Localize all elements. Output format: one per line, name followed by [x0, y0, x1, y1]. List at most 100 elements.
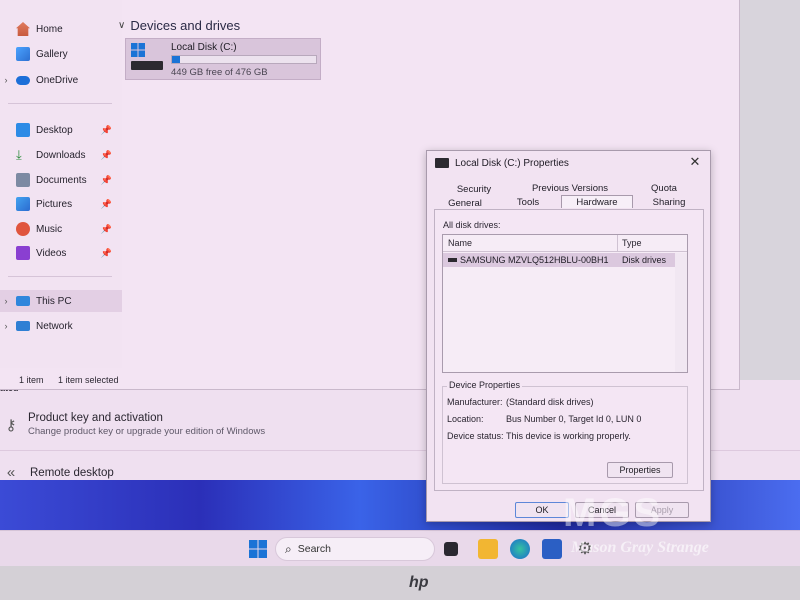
nav-divider [8, 103, 112, 104]
hard-drive-icon [131, 61, 163, 70]
download-icon: ⤓ [16, 147, 22, 162]
nav-item-home[interactable]: Home [0, 18, 122, 40]
desktop-icon [16, 123, 30, 137]
chevron-right-icon[interactable]: › [0, 321, 12, 331]
watermark-logo: MGS [563, 491, 664, 535]
chevron-right-icon[interactable]: › [0, 75, 12, 85]
search-icon: ⌕ [285, 541, 292, 556]
drive-icon [435, 158, 449, 168]
tab-security[interactable]: Security [448, 183, 500, 196]
product-key-title: Product key and activation [28, 412, 163, 424]
nav-label-downloads: Downloads [36, 149, 86, 161]
dialog-title: Local Disk (C:) Properties [455, 157, 569, 169]
location-value: Bus Number 0, Target Id 0, LUN 0 [506, 414, 642, 424]
disk-drives-list[interactable]: Name Type SAMSUNG MZVLQ512HBLU-00BH1 Dis… [442, 234, 688, 373]
music-icon [16, 222, 30, 236]
chevron-right-icon[interactable]: › [0, 296, 12, 306]
devices-and-drives-header[interactable]: ∨ Devices and drives [118, 18, 240, 33]
laptop-bezel [0, 566, 800, 600]
nav-item-videos[interactable]: Videos 📌 [0, 242, 122, 264]
nav-label-desktop: Desktop [36, 124, 73, 136]
home-icon [16, 22, 30, 36]
device-properties-title: Device Properties [447, 380, 523, 390]
drive-tile-c[interactable]: Local Disk (C:) 449 GB free of 476 GB [125, 38, 321, 80]
drive-usage-fill [172, 56, 181, 63]
column-header-type[interactable]: Type [622, 238, 642, 248]
network-icon [16, 321, 30, 331]
pin-icon: 📌 [100, 247, 112, 258]
nav-item-gallery[interactable]: Gallery [0, 43, 122, 65]
document-icon [16, 173, 30, 187]
drive-usage-bar [171, 55, 317, 64]
section-title: Devices and drives [130, 18, 241, 33]
list-header: Name Type [443, 235, 687, 252]
tab-sharing[interactable]: Sharing [645, 196, 693, 209]
pin-icon: 📌 [100, 149, 112, 160]
edge-browser-icon[interactable] [510, 539, 530, 559]
column-divider[interactable] [617, 235, 618, 252]
dialog-title-bar: Local Disk (C:) Properties [427, 151, 710, 175]
cloud-icon [16, 75, 30, 85]
nav-label-videos: Videos [36, 247, 67, 259]
nav-item-documents[interactable]: Documents 📌 [0, 169, 122, 191]
status-selected-count: 1 item selected [58, 375, 119, 385]
location-label: Location: [447, 414, 484, 424]
device-status-label: Device status: [447, 431, 504, 441]
video-icon [16, 246, 30, 260]
drive-free-space: 449 GB free of 476 GB [171, 67, 268, 78]
table-row[interactable]: SAMSUNG MZVLQ512HBLU-00BH1 Disk drives [443, 253, 675, 267]
status-item-count: 1 item [19, 375, 44, 385]
nav-item-network[interactable]: › Network [0, 315, 122, 337]
pictures-icon [16, 197, 30, 211]
manufacturer-label: Manufacturer: [447, 397, 503, 407]
drive-name: Local Disk (C:) [171, 42, 237, 53]
pin-icon: 📌 [100, 124, 112, 135]
navigation-pane: Home Gallery › OneDrive Desktop 📌 ⤓ Down… [0, 0, 122, 368]
nav-item-pictures[interactable]: Pictures 📌 [0, 193, 122, 215]
manufacturer-value: (Standard disk drives) [506, 397, 594, 407]
nav-item-downloads[interactable]: ⤓ Downloads 📌 [0, 144, 122, 166]
hp-logo: hp [409, 574, 429, 591]
monitor-icon [16, 296, 30, 306]
nav-item-this-pc[interactable]: › This PC [0, 290, 122, 312]
column-header-name[interactable]: Name [448, 238, 472, 248]
nav-label-gallery: Gallery [36, 48, 68, 60]
list-scrollbar[interactable] [675, 253, 687, 372]
nav-divider [8, 276, 112, 277]
start-button[interactable] [248, 539, 268, 559]
chevron-down-icon: ∨ [118, 20, 126, 31]
tab-hardware[interactable]: Hardware [561, 195, 633, 208]
key-icon: ⚷ [5, 416, 17, 434]
close-icon[interactable]: ✕ [686, 154, 704, 170]
nav-label-home: Home [36, 23, 63, 35]
disk-drive-icon [448, 258, 457, 262]
store-icon[interactable] [542, 539, 562, 559]
all-disk-drives-label: All disk drives: [443, 220, 501, 230]
taskbar-search[interactable]: ⌕ Search [275, 537, 435, 561]
nav-label-music: Music [36, 223, 63, 235]
nav-item-desktop[interactable]: Desktop 📌 [0, 119, 122, 141]
file-explorer-taskbar-icon[interactable] [478, 539, 498, 559]
pin-icon: 📌 [100, 223, 112, 234]
row-name: SAMSUNG MZVLQ512HBLU-00BH1 [460, 255, 609, 265]
ok-button[interactable]: OK [515, 502, 569, 518]
properties-button[interactable]: Properties [607, 462, 673, 478]
nav-label-documents: Documents [36, 174, 87, 186]
nav-label-onedrive: OneDrive [36, 74, 79, 86]
nav-label-pictures: Pictures [36, 198, 73, 210]
row-type: Disk drives [622, 255, 667, 265]
windows-logo-icon [131, 43, 145, 57]
nav-item-onedrive[interactable]: › OneDrive [0, 69, 122, 91]
disk-properties-dialog: Local Disk (C:) Properties ✕ Security Pr… [426, 150, 711, 522]
tab-tools[interactable]: Tools [507, 196, 549, 209]
device-status-value: This device is working properly. [506, 431, 631, 441]
tab-previous-versions[interactable]: Previous Versions [527, 182, 613, 195]
watermark-text: Mason Gray Strange [571, 539, 709, 556]
tab-quota[interactable]: Quota [639, 182, 689, 195]
nav-label-this-pc: This PC [36, 295, 72, 307]
task-view-icon[interactable] [444, 542, 458, 556]
search-label: Search [297, 543, 332, 555]
gallery-icon [16, 47, 30, 61]
nav-label-network: Network [36, 320, 73, 332]
nav-item-music[interactable]: Music 📌 [0, 218, 122, 240]
